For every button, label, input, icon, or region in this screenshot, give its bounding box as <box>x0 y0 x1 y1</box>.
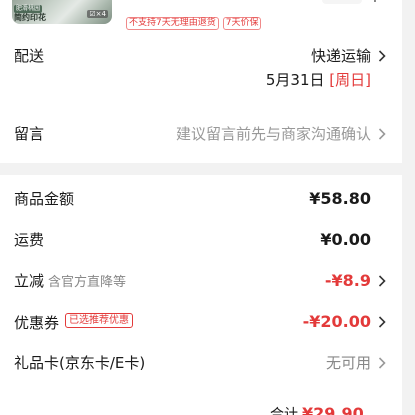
chevron-right-icon[interactable] <box>376 271 388 287</box>
product-thumbnail[interactable]: 肥滑桃园 简约印花 ☑×4 <box>12 0 112 24</box>
chevron-right-icon[interactable] <box>376 124 388 140</box>
quantity-stepper: − 1 + <box>302 0 392 6</box>
delivery-weekday: [周日] <box>329 71 371 89</box>
thumbnail-title: 简约印花 <box>14 13 46 22</box>
note-label: 留言 <box>14 125 45 143</box>
freight-label: 运费 <box>14 231 45 249</box>
discount-value[interactable]: -¥8.9 <box>325 271 371 291</box>
giftcard-value[interactable]: 无可用 <box>326 353 371 373</box>
product-service-badges: 不支持7天无理由退货 7天价保 <box>126 17 262 30</box>
coupon-row: 优惠券 已选推荐优惠 <box>14 312 134 333</box>
order-info-card: 肥滑桃园 简约印花 ☑×4 不支持7天无理由退货 7天价保 − 1 + 配送 快… <box>0 0 402 163</box>
delivery-label: 配送 <box>14 47 45 65</box>
discount-label: 立减 <box>14 272 45 290</box>
goods-amount-value: ¥58.80 <box>309 189 371 208</box>
giftcard-label: 礼品卡(京东卡/E卡) <box>14 354 146 372</box>
thumbnail-count-badge: ☑×4 <box>87 10 108 18</box>
coupon-label: 优惠券 <box>14 313 60 332</box>
chevron-right-icon[interactable] <box>376 353 388 369</box>
total-label: 合计 <box>270 407 298 415</box>
delivery-date[interactable]: 5月31日 [周日] <box>266 70 371 90</box>
goods-amount-label: 商品金额 <box>14 190 75 208</box>
quantity-decrease-button[interactable]: − <box>302 0 314 6</box>
no-return-badge: 不支持7天无理由退货 <box>126 17 219 30</box>
delivery-date-text: 5月31日 <box>265 71 325 89</box>
page-edge <box>402 0 415 415</box>
freight-value: ¥0.00 <box>320 230 371 249</box>
coupon-value[interactable]: -¥20.00 <box>303 312 371 332</box>
total-value: ¥29.90 <box>302 404 364 415</box>
quantity-input[interactable]: 1 <box>322 0 362 4</box>
delivery-method[interactable]: 快递运输 <box>311 46 371 66</box>
thumbnail-tag: 肥滑桃园 <box>14 5 43 13</box>
order-total: 合计 ¥29.90 <box>270 405 364 415</box>
note-input[interactable]: 建议留言前先与商家沟通确认 <box>176 124 371 144</box>
discount-subtext: 含官方直降等 <box>48 275 127 290</box>
price-summary-card: 商品金额 ¥58.80 运费 ¥0.00 立减 含官方直降等 -¥8.9 优惠券已… <box>0 175 402 415</box>
quantity-increase-button[interactable]: + <box>368 0 382 5</box>
price-protect-badge: 7天价保 <box>222 17 262 30</box>
chevron-right-icon[interactable] <box>376 312 388 328</box>
discount-row: 立减 含官方直降等 <box>14 271 126 293</box>
coupon-badge: 已选推荐优惠 <box>65 313 134 328</box>
chevron-right-icon[interactable] <box>376 46 388 62</box>
